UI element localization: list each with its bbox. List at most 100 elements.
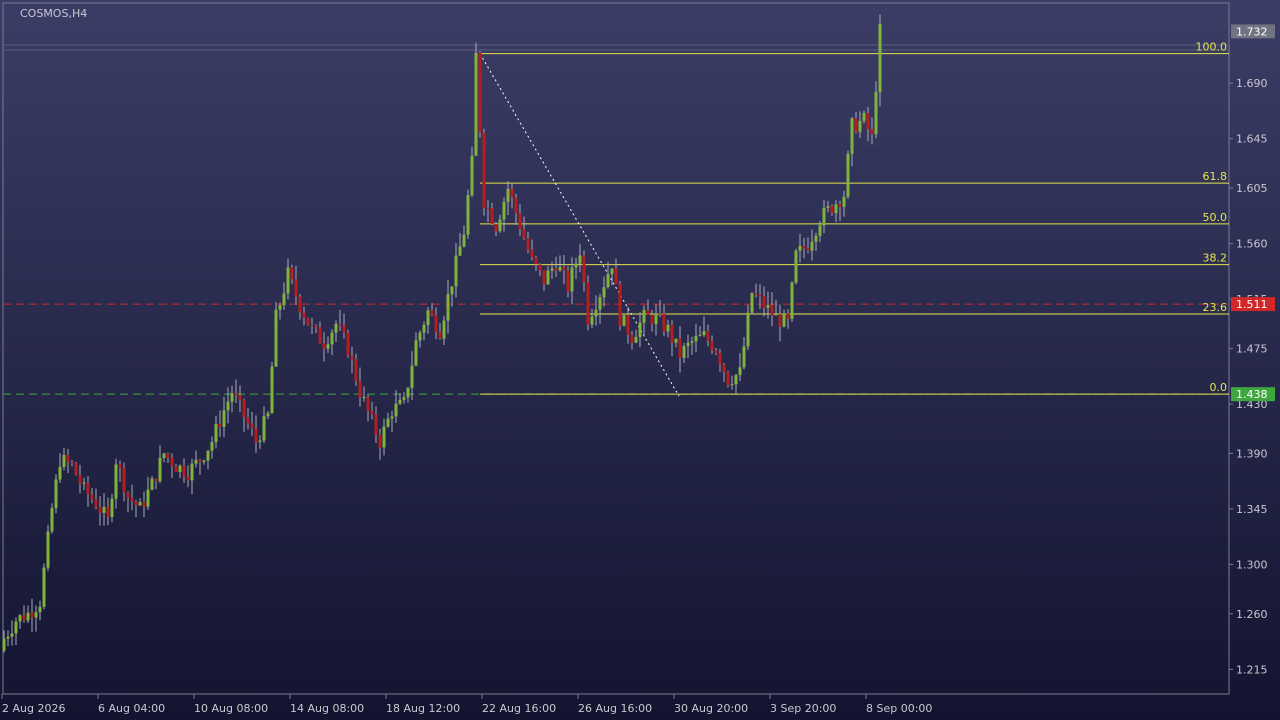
bull-candle <box>634 337 638 343</box>
bear-candle <box>90 494 94 500</box>
bull-candle <box>46 531 50 568</box>
bull-candle <box>426 310 430 326</box>
bear-candle <box>74 463 78 475</box>
bull-candle <box>694 335 698 342</box>
bull-candle <box>834 204 838 214</box>
bull-candle <box>674 338 678 343</box>
bear-candle <box>534 257 538 265</box>
bear-candle <box>762 296 766 308</box>
x-tick-label: 18 Aug 12:00 <box>386 702 460 715</box>
bull-candle <box>822 207 826 226</box>
bear-candle <box>238 394 242 400</box>
bear-candle <box>658 313 662 315</box>
bear-candle <box>318 327 322 343</box>
bear-candle <box>374 414 378 435</box>
bear-candle <box>298 296 302 313</box>
x-tick-label: 2 Aug 2026 <box>2 702 65 715</box>
bull-candle <box>334 323 338 333</box>
fib-level-label: 61.8 <box>1203 170 1228 183</box>
bear-candle <box>302 312 306 318</box>
bear-candle <box>342 325 346 333</box>
bear-candle <box>494 223 498 232</box>
bull-candle <box>330 332 334 345</box>
bull-candle <box>550 268 554 271</box>
bear-candle <box>174 466 178 473</box>
bull-candle <box>422 325 426 333</box>
bull-candle <box>222 410 226 428</box>
bull-candle <box>606 274 610 288</box>
bull-candle <box>570 267 574 292</box>
candlestick-chart[interactable]: 100.0 61.8 50.0 38.2 23.6 0.0 1.690 1.645 1.605… <box>0 0 1280 720</box>
bull-candle <box>702 331 706 335</box>
y-tick-label: 1.260 <box>1236 608 1268 621</box>
bull-candle <box>454 255 458 287</box>
bear-candle <box>370 410 374 415</box>
bull-candle <box>150 478 154 490</box>
bull-candle <box>826 206 830 208</box>
bear-candle <box>310 324 314 326</box>
bear-candle <box>250 423 254 429</box>
bull-candle <box>102 506 106 513</box>
x-tick-label: 3 Sep 20:00 <box>770 702 836 715</box>
bull-candle <box>810 241 814 251</box>
bull-candle <box>282 293 286 306</box>
bear-candle <box>870 129 874 135</box>
bull-candle <box>386 418 390 427</box>
bull-candle <box>394 403 398 417</box>
bull-candle <box>146 489 150 507</box>
bull-candle <box>286 267 290 294</box>
bull-candle <box>446 294 450 321</box>
bull-candle <box>54 479 58 509</box>
bull-candle <box>382 426 386 448</box>
bear-candle <box>22 615 26 621</box>
bear-candle <box>94 499 98 508</box>
bear-candle <box>170 457 174 467</box>
bull-candle <box>738 367 742 376</box>
bear-candle <box>30 612 34 618</box>
bear-candle <box>346 332 350 356</box>
bear-candle <box>478 52 482 133</box>
chart-background <box>0 0 1280 720</box>
bull-candle <box>442 320 446 339</box>
bull-candle <box>2 638 6 651</box>
bull-candle <box>690 341 694 343</box>
y-tick-label: 1.390 <box>1236 447 1268 460</box>
bear-candle <box>366 396 370 411</box>
bull-candle <box>226 401 230 411</box>
bull-candle <box>622 315 626 326</box>
fib-level-label: 23.6 <box>1203 301 1228 314</box>
bear-candle <box>866 112 870 130</box>
bull-candle <box>418 332 422 341</box>
bull-candle <box>362 396 366 398</box>
bear-candle <box>530 249 534 258</box>
bear-candle <box>582 255 586 283</box>
bear-candle <box>122 467 126 493</box>
bear-candle <box>166 453 170 458</box>
bear-candle <box>630 334 634 343</box>
bear-candle <box>154 478 158 482</box>
bear-candle <box>106 506 110 517</box>
bear-candle <box>830 206 834 214</box>
bull-candle <box>574 263 578 268</box>
bull-candle <box>654 313 658 325</box>
bull-candle <box>202 460 206 462</box>
bull-candle <box>734 375 738 385</box>
bull-candle <box>750 293 754 313</box>
bull-candle <box>158 457 162 482</box>
bear-candle <box>510 188 514 198</box>
bear-candle <box>290 267 294 280</box>
bull-candle <box>278 305 282 310</box>
bear-candle <box>434 314 438 333</box>
bull-candle <box>594 309 598 317</box>
fib-level-label: 0.0 <box>1210 381 1228 394</box>
bull-candle <box>862 112 866 121</box>
bull-candle <box>398 399 402 404</box>
red-level-badge: 1.511 <box>1236 298 1268 311</box>
bear-candle <box>490 208 494 224</box>
bull-candle <box>858 120 862 132</box>
bear-candle <box>542 270 546 285</box>
bull-candle <box>110 498 114 517</box>
fib-level-label: 38.2 <box>1203 252 1228 265</box>
x-tick-label: 10 Aug 08:00 <box>194 702 268 715</box>
bear-candle <box>118 464 122 468</box>
